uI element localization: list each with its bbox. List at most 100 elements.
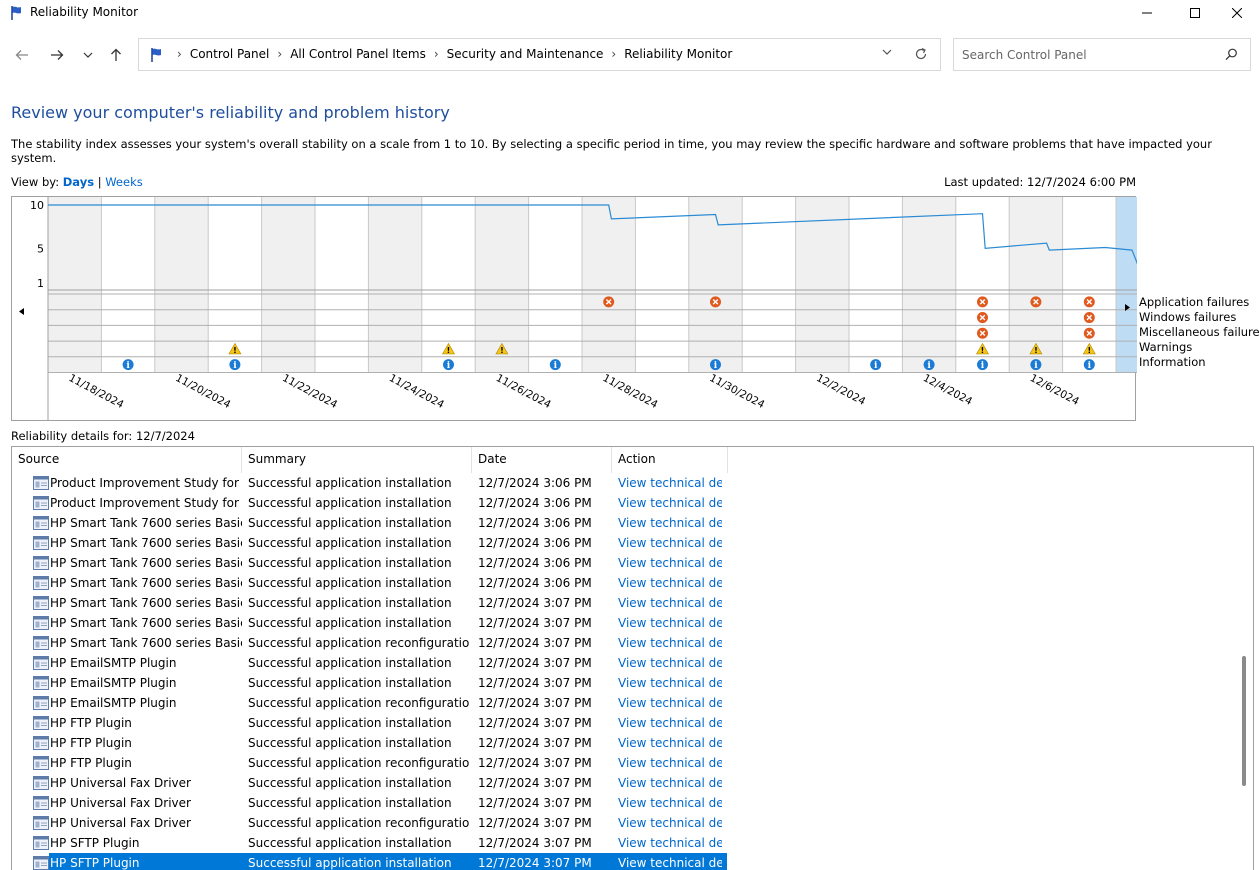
search-input[interactable]: Search Control Panel (962, 48, 1087, 62)
row-action-link[interactable]: View technical de... (618, 673, 722, 693)
warning-icon-mark: ! (1087, 346, 1091, 355)
row-date: 12/7/2024 3:07 PM (478, 816, 592, 830)
row-action-link[interactable]: View technical de... (618, 713, 722, 733)
row-date: 12/7/2024 3:07 PM (478, 796, 592, 810)
table-row[interactable]: HP Smart Tank 7600 series Basic D... Succ… (12, 613, 1237, 633)
column-header-source[interactable]: Source (12, 447, 242, 473)
close-button[interactable] (1214, 0, 1260, 26)
table-row[interactable]: Product Improvement Study for H... Succes… (12, 473, 1237, 493)
page-description: The stability index assesses your system… (11, 137, 1212, 165)
row-action-link[interactable]: View technical de... (618, 653, 722, 673)
refresh-icon[interactable] (914, 47, 928, 61)
view-weeks-link[interactable]: Weeks (105, 175, 143, 189)
row-action-link[interactable]: View technical de... (618, 733, 722, 753)
view-by-label: View by: (11, 175, 60, 189)
column-header-summary[interactable]: Summary (242, 447, 472, 473)
breadcrumb-all-items[interactable]: All Control Panel Items (290, 47, 426, 61)
row-source: HP Smart Tank 7600 series Basic D... (50, 516, 242, 530)
search-box[interactable]: Search Control Panel (953, 38, 1251, 71)
application-icon (33, 496, 49, 510)
recent-locations-button[interactable] (77, 44, 99, 66)
table-row[interactable]: HP EmailSMTP Plugin Successful applicatio… (12, 693, 1237, 713)
application-icon (33, 756, 49, 770)
breadcrumb-reliability[interactable]: Reliability Monitor (624, 47, 732, 61)
row-action-link[interactable]: View technical de... (618, 813, 722, 833)
row-summary: Successful application installation (248, 516, 452, 530)
row-action-link[interactable]: View technical de... (618, 513, 722, 533)
row-source: HP FTP Plugin (50, 716, 132, 730)
row-source: HP EmailSMTP Plugin (50, 656, 177, 670)
arrow-left-icon (15, 50, 28, 60)
table-row[interactable]: HP SFTP Plugin Successful application ins… (12, 833, 1237, 853)
information-icon-mark: i (874, 361, 878, 371)
row-action-link[interactable]: View technical de... (618, 833, 722, 853)
table-row[interactable]: HP Smart Tank 7600 series Basic D... Succ… (12, 633, 1237, 653)
application-icon (33, 796, 49, 810)
row-summary: Successful application installation (248, 716, 452, 730)
breadcrumb-control-panel[interactable]: Control Panel (190, 47, 270, 61)
row-summary: Successful application reconfiguration (248, 756, 470, 770)
row-source: HP FTP Plugin (50, 736, 132, 750)
table-row[interactable]: HP Smart Tank 7600 series Basic D... Succ… (12, 573, 1237, 593)
flag-icon (151, 48, 161, 62)
reliability-chart[interactable]: 10 5 1!!!!!! i i i i i i i i i i 11/18/2024 11/20/2024… (11, 196, 1137, 421)
table-row[interactable]: HP Universal Fax Driver Successful applic… (12, 773, 1237, 793)
table-row[interactable]: HP Universal Fax Driver Successful applic… (12, 813, 1237, 833)
back-button[interactable] (11, 44, 33, 66)
up-button[interactable] (105, 44, 127, 66)
address-bar[interactable]: › Control Panel › All Control Panel Item… (138, 38, 941, 71)
table-row[interactable]: HP Smart Tank 7600 series Basic D... Succ… (12, 533, 1237, 553)
row-action-link[interactable]: View technical de... (618, 593, 722, 613)
table-row[interactable]: HP SFTP Plugin Successful application ins… (12, 853, 1237, 870)
table-row[interactable]: HP FTP Plugin Successful application inst… (12, 713, 1237, 733)
view-days-link[interactable]: Days (63, 175, 94, 189)
row-action-link[interactable]: View technical de... (618, 493, 722, 513)
maximize-button[interactable] (1172, 0, 1218, 26)
column-header-action[interactable]: Action (612, 447, 728, 473)
date-label: 11/30/2024 (707, 372, 766, 411)
row-action-link[interactable]: View technical de... (618, 793, 722, 813)
minimize-button[interactable] (1124, 0, 1170, 26)
row-source: HP Smart Tank 7600 series Basic D... (50, 636, 242, 650)
application-icon (33, 816, 49, 830)
row-source: HP Smart Tank 7600 series Basic D... (50, 596, 242, 610)
row-source: HP Universal Fax Driver (50, 816, 191, 830)
vertical-scrollbar[interactable] (1236, 447, 1253, 870)
table-row[interactable]: HP FTP Plugin Successful application reco… (12, 753, 1237, 773)
row-action-link[interactable]: View technical de... (618, 553, 722, 573)
chevron-down-icon[interactable] (882, 48, 892, 56)
breadcrumb-security[interactable]: Security and Maintenance (447, 47, 604, 61)
row-action-link[interactable]: View technical de... (618, 773, 722, 793)
details-table: Source Summary Date Action ^ Product Imp… (11, 446, 1254, 870)
row-summary: Successful application installation (248, 836, 452, 850)
row-action-link[interactable]: View technical de... (618, 633, 722, 653)
row-action-link[interactable]: View technical de... (618, 853, 722, 870)
search-icon[interactable] (1225, 48, 1238, 61)
forward-button[interactable] (46, 44, 68, 66)
row-action-link[interactable]: View technical de... (618, 573, 722, 593)
warning-icon-mark: ! (233, 346, 237, 355)
chevron-down-icon (83, 52, 93, 58)
table-row[interactable]: Product Improvement Study for H... Succes… (12, 493, 1237, 513)
date-label: 11/26/2024 (494, 372, 553, 411)
table-row[interactable]: HP Universal Fax Driver Successful applic… (12, 793, 1237, 813)
shaded-column (261, 197, 315, 373)
row-source: HP Smart Tank 7600 series Basic D... (50, 556, 242, 570)
table-row[interactable]: HP EmailSMTP Plugin Successful applicatio… (12, 653, 1237, 673)
row-action-link[interactable]: View technical de... (618, 533, 722, 553)
arrow-right-icon (51, 50, 64, 60)
table-row[interactable]: HP Smart Tank 7600 series Basic D... Succ… (12, 513, 1237, 533)
scrollbar-thumb[interactable] (1242, 656, 1246, 786)
table-row[interactable]: HP FTP Plugin Successful application inst… (12, 733, 1237, 753)
table-row[interactable]: HP EmailSMTP Plugin Successful applicatio… (12, 673, 1237, 693)
row-date: 12/7/2024 3:06 PM (478, 576, 592, 590)
row-action-link[interactable]: View technical de... (618, 693, 722, 713)
row-action-link[interactable]: View technical de... (618, 473, 722, 493)
table-row[interactable]: HP Smart Tank 7600 series Basic D... Succ… (12, 593, 1237, 613)
row-action-link[interactable]: View technical de... (618, 753, 722, 773)
information-icon-mark: i (233, 361, 237, 371)
table-row[interactable]: HP Smart Tank 7600 series Basic D... Succ… (12, 553, 1237, 573)
application-icon (33, 536, 49, 550)
row-action-link[interactable]: View technical de... (618, 613, 722, 633)
row-date: 12/7/2024 3:07 PM (478, 656, 592, 670)
